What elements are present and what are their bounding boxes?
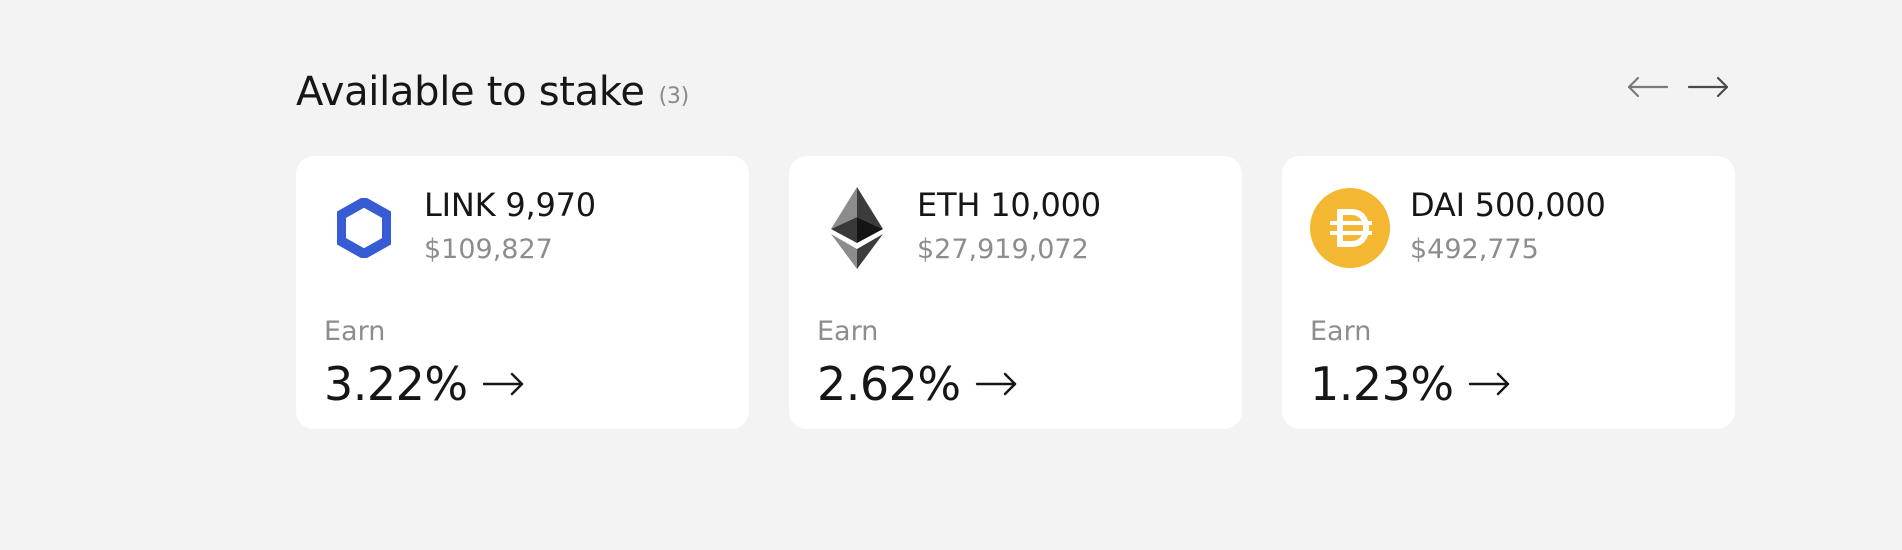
- earn-rate: 1.23%: [1310, 357, 1454, 411]
- stake-card-dai[interactable]: DAI 500,000 $492,775 Earn 1.23%: [1282, 156, 1735, 429]
- arrow-right-icon: [482, 370, 526, 398]
- token-amount: ETH 10,000: [917, 186, 1101, 224]
- section-header: Available to stake (3): [296, 64, 1737, 124]
- token-usd-value: $27,919,072: [917, 234, 1089, 265]
- token-amount: DAI 500,000: [1410, 186, 1606, 224]
- earn-label: Earn: [817, 316, 879, 347]
- item-count: (3): [658, 84, 690, 109]
- earn-rate-row: 1.23%: [1310, 356, 1512, 412]
- stake-cards: LINK 9,970 $109,827 Earn 3.22% ETH 10,00…: [296, 156, 1735, 429]
- earn-label: Earn: [324, 316, 386, 347]
- previous-button[interactable]: [1627, 72, 1669, 102]
- token-usd-value: $492,775: [1410, 234, 1539, 265]
- next-button[interactable]: [1687, 72, 1729, 102]
- arrow-right-icon: [975, 370, 1019, 398]
- token-amount: LINK 9,970: [424, 186, 596, 224]
- earn-rate-row: 3.22%: [324, 356, 526, 412]
- earn-rate: 3.22%: [324, 357, 468, 411]
- arrow-right-icon: [1468, 370, 1512, 398]
- stake-card-link[interactable]: LINK 9,970 $109,827 Earn 3.22%: [296, 156, 749, 429]
- arrow-right-icon: [1687, 76, 1729, 98]
- earn-rate: 2.62%: [817, 357, 961, 411]
- dai-icon: [1310, 188, 1390, 268]
- stake-card-eth[interactable]: ETH 10,000 $27,919,072 Earn 2.62%: [789, 156, 1242, 429]
- earn-rate-row: 2.62%: [817, 356, 1019, 412]
- section-title: Available to stake (3): [296, 66, 689, 123]
- ethereum-icon: [817, 187, 897, 269]
- arrow-left-icon: [1627, 76, 1669, 98]
- carousel-nav: [1627, 72, 1729, 102]
- earn-label: Earn: [1310, 316, 1372, 347]
- chainlink-icon: [324, 188, 404, 268]
- section-title-text: Available to stake: [296, 69, 645, 115]
- token-usd-value: $109,827: [424, 234, 553, 265]
- available-to-stake-section: Available to stake (3) LINK 9,970 $109,8…: [296, 64, 1737, 429]
